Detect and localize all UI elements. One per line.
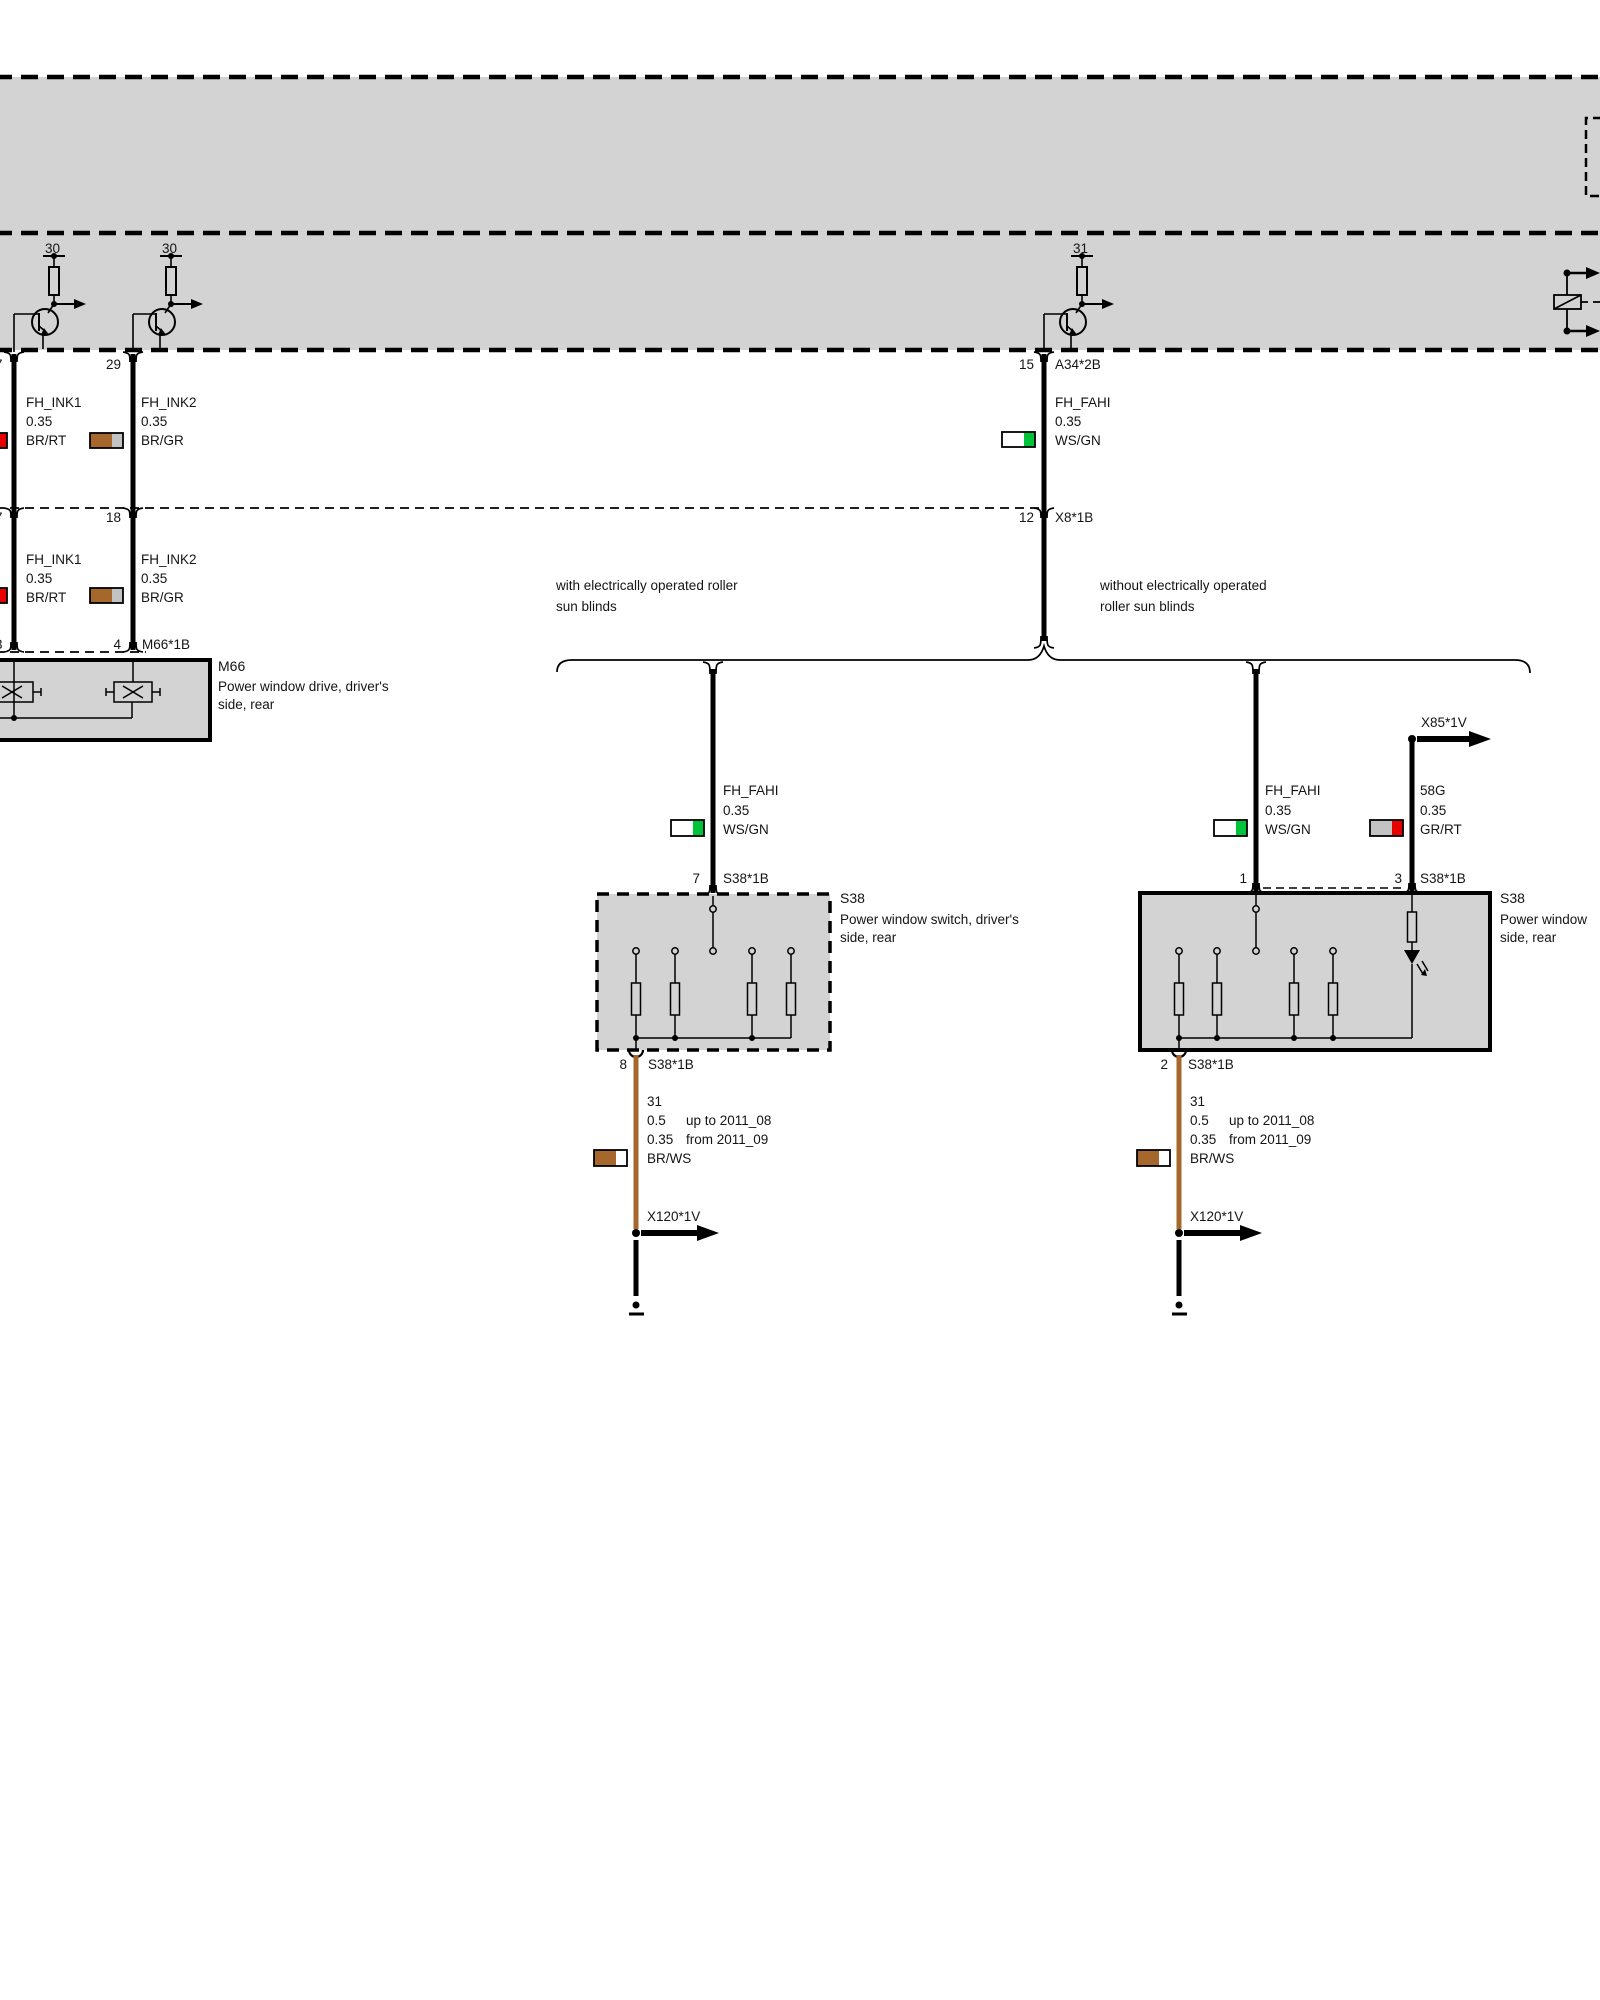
x8-pin-partial: 7 — [0, 509, 3, 527]
wire-fh-ink1-signal-2: FH_INK1 — [26, 551, 82, 569]
left-branch-signal: FH_FAHI — [723, 782, 779, 800]
gnd-right-color: BR/WS — [1190, 1150, 1234, 1168]
wire-fh-fahi-signal: FH_FAHI — [1055, 394, 1111, 412]
s38r-conn-bottom: S38*1B — [1188, 1056, 1234, 1074]
s38l-desc-2: side, rear — [840, 929, 896, 947]
s38r-pin-2: 2 — [1142, 1056, 1168, 1074]
s38l-id: S38 — [840, 889, 865, 908]
x120-right-label: X120*1V — [1190, 1208, 1243, 1226]
s38-left-box — [597, 894, 830, 1050]
s38r-desc-2: side, rear — [1500, 929, 1556, 947]
wire-fh-ink2-signal: FH_INK2 — [141, 394, 197, 412]
s38r-pin-1: 1 — [1221, 870, 1247, 888]
gnd-right-circuit: 31 — [1190, 1093, 1205, 1111]
wire-fh-ink1-gauge: 0.35 — [26, 413, 52, 431]
s38-right-box — [1140, 888, 1490, 1050]
ground-run-left — [629, 1055, 719, 1314]
power-distribution-band — [0, 77, 1600, 350]
variant-without-line2: roller sun blinds — [1100, 598, 1195, 616]
gnd-right-gauge-old: 0.5 — [1190, 1112, 1209, 1130]
swatch-br-gr-2 — [90, 588, 123, 603]
variant-without-line1: without electrically operated — [1100, 577, 1267, 595]
m66-id: M66 — [218, 657, 245, 676]
s38l-pin-8: 8 — [601, 1056, 627, 1074]
gnd-left-note-old: up to 2011_08 — [686, 1112, 771, 1130]
fuse-label-31: 31 — [1073, 240, 1088, 258]
s38r-id: S38 — [1500, 889, 1525, 908]
right-branch-gauge: 0.35 — [1265, 802, 1291, 820]
wire-fh-ink2-gauge: 0.35 — [141, 413, 167, 431]
gnd-left-gauge-old: 0.5 — [647, 1112, 666, 1130]
ground-run-right — [1172, 1055, 1262, 1314]
left-branch-gauge: 0.35 — [723, 802, 749, 820]
fuse-label-30a: 30 — [45, 240, 60, 258]
gnd-left-note-new: from 2011_09 — [686, 1131, 768, 1149]
right-branch-signal: FH_FAHI — [1265, 782, 1321, 800]
a34-pin-29: 29 — [96, 356, 121, 374]
s38r-conn-top: S38*1B — [1420, 870, 1466, 888]
swatch-ws-gn-right — [1214, 820, 1247, 836]
x85-connector-label: X85*1V — [1421, 714, 1467, 732]
wire-fh-ink1-gauge-2: 0.35 — [26, 570, 52, 588]
wire-fh-ink2-color-2: BR/GR — [141, 589, 184, 607]
x8-pin-12: 12 — [1012, 509, 1034, 527]
a34-pin-partial: 7 — [0, 356, 3, 374]
x120-left-label: X120*1V — [647, 1208, 700, 1226]
m66-pin-partial: 3 — [0, 636, 3, 654]
x85-arrow — [1408, 731, 1491, 747]
main-wires — [14, 354, 1412, 893]
swatch-br-rt-2 — [0, 588, 7, 603]
s38r-pin-3: 3 — [1376, 870, 1402, 888]
gnd-left-circuit: 31 — [647, 1093, 662, 1111]
swatch-br-gr-1 — [90, 433, 123, 448]
wire-fh-ink1-color-2: BR/RT — [26, 589, 66, 607]
m66-desc-2: side, rear — [218, 696, 274, 714]
gnd-right-note-old: up to 2011_08 — [1229, 1112, 1314, 1130]
swatch-ws-gn-main — [1002, 432, 1035, 447]
variant-with-line1: with electrically operated roller — [556, 577, 738, 595]
wiring-diagram-page: 30 30 31 7 29 15 A34*2B FH_INK1 0.35 BR/… — [0, 0, 1600, 2000]
m66-desc-1: Power window drive, driver's — [218, 678, 389, 696]
swatch-br-rt-1 — [0, 433, 7, 448]
left-branch-color: WS/GN — [723, 821, 769, 839]
swatch-br-ws-right — [1137, 1150, 1170, 1166]
variant-brace — [557, 646, 1530, 673]
s38l-pin-7: 7 — [674, 870, 700, 888]
wire-fh-fahi-gauge: 0.35 — [1055, 413, 1081, 431]
x8-pin-18: 18 — [96, 509, 121, 527]
a34-connector-label: A34*2B — [1055, 356, 1101, 374]
wire-fh-ink2-signal-2: FH_INK2 — [141, 551, 197, 569]
wire-fh-ink1-signal: FH_INK1 — [26, 394, 82, 412]
variant-with-line2: sun blinds — [556, 598, 617, 616]
wire-fh-ink2-gauge-2: 0.35 — [141, 570, 167, 588]
gnd-left-gauge-new: 0.35 — [647, 1131, 673, 1149]
m66-pin-4: 4 — [96, 636, 121, 654]
gnd-right-gauge-new: 0.35 — [1190, 1131, 1216, 1149]
right-branch-color: WS/GN — [1265, 821, 1311, 839]
s38r-desc-1: Power window — [1500, 911, 1587, 929]
gnd-right-note-new: from 2011_09 — [1229, 1131, 1311, 1149]
schematic-canvas — [0, 0, 1600, 2000]
swatch-ws-gn-left — [671, 820, 704, 836]
m66-box — [0, 660, 210, 740]
g58-color: GR/RT — [1420, 821, 1462, 839]
s38l-conn-bottom: S38*1B — [648, 1056, 694, 1074]
s38l-conn-top: S38*1B — [723, 870, 769, 888]
fuse-label-30b: 30 — [162, 240, 177, 258]
wire-fh-ink1-color: BR/RT — [26, 432, 66, 450]
wire-fh-fahi-color: WS/GN — [1055, 432, 1101, 450]
a34-pin-15: 15 — [1012, 356, 1034, 374]
m66-connector-label: M66*1B — [142, 636, 190, 654]
g58-signal: 58G — [1420, 782, 1446, 800]
gnd-left-color: BR/WS — [647, 1150, 691, 1168]
x8-connector-label: X8*1B — [1055, 509, 1093, 527]
swatch-gr-rt — [1370, 820, 1403, 836]
s38l-desc-1: Power window switch, driver's — [840, 911, 1019, 929]
swatch-br-ws-left — [594, 1150, 627, 1166]
g58-gauge: 0.35 — [1420, 802, 1446, 820]
wire-fh-ink2-color: BR/GR — [141, 432, 184, 450]
